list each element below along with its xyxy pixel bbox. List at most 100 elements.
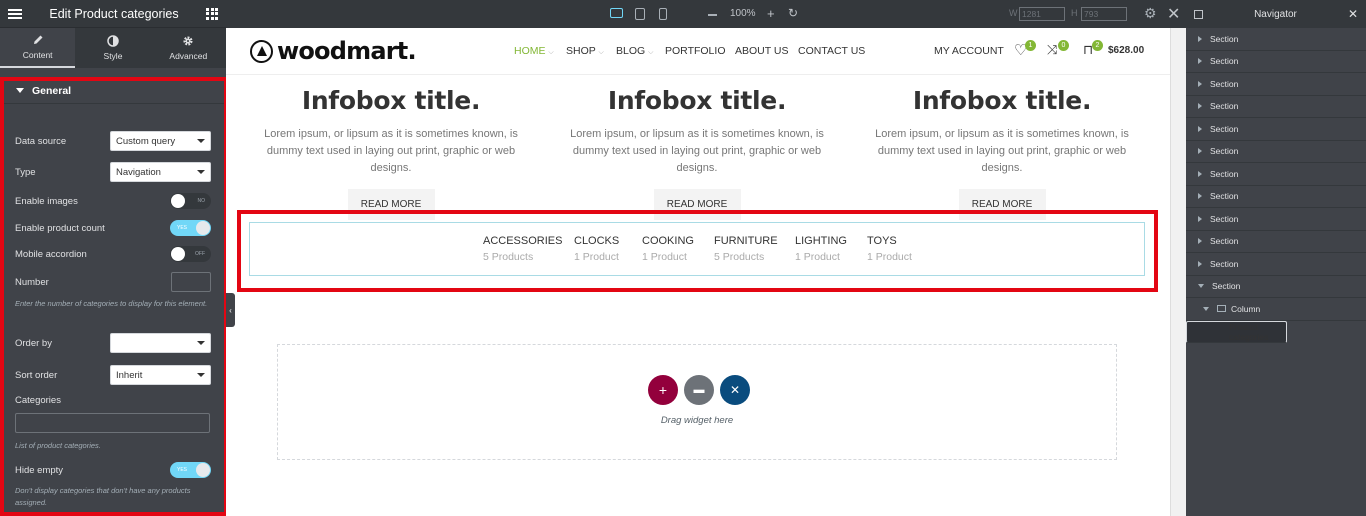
zoom-in-icon[interactable]: + <box>767 7 775 20</box>
infobox-title: Infobox title. <box>912 86 1092 115</box>
contrast-icon <box>107 35 119 47</box>
collapse-panel-chevron-icon[interactable]: ‹ <box>226 293 235 327</box>
navigator-item-product-categories[interactable]: Product categories <box>1186 320 1287 343</box>
tab-content[interactable]: Content <box>0 28 76 68</box>
navigator-panel: Navigator ✕ Section Section Section Sect… <box>1186 0 1366 516</box>
compare-count-badge: 0 <box>1058 40 1069 51</box>
tablet-icon[interactable] <box>635 8 645 20</box>
tab-advanced-label: Advanced <box>169 51 208 61</box>
navigator-item-label: Section <box>1210 191 1239 202</box>
caret-right-icon <box>1198 148 1202 155</box>
navigator-item-label: Section <box>1210 213 1239 224</box>
navigator-title: Navigator <box>1254 8 1297 20</box>
navigator-item-label: Section <box>1210 101 1239 112</box>
navigator-item[interactable]: Section <box>1186 253 1366 276</box>
infobox-text: Lorem ipsum, or lipsum as it is sometime… <box>570 128 824 174</box>
mobile-icon[interactable] <box>659 8 667 20</box>
infobox-text: Lorem ipsum, or lipsum as it is sometime… <box>875 128 1129 174</box>
caret-right-icon <box>1198 103 1202 110</box>
tab-style[interactable]: Style <box>75 28 150 68</box>
navigator-item[interactable]: Section <box>1186 276 1366 298</box>
navigator-item-label: Section <box>1210 78 1239 89</box>
navigator-item[interactable]: Section <box>1186 28 1366 51</box>
infobox-1: Infobox title. Lorem ipsum, or lipsum as… <box>241 86 541 220</box>
caret-right-icon <box>1198 35 1202 42</box>
navigator-item[interactable]: Section <box>1186 208 1366 231</box>
widgets-grid-icon[interactable] <box>206 7 218 20</box>
tab-advanced[interactable]: Advanced <box>151 28 226 68</box>
cart-total[interactable]: $628.00 <box>1108 45 1144 56</box>
navigator-tree: Section Section Section Section Section … <box>1186 28 1366 343</box>
menu-icon[interactable] <box>8 8 22 19</box>
editor-tabs: Content Style Advanced <box>0 28 226 68</box>
logo-text: woodmart. <box>277 37 417 65</box>
width-input[interactable]: 1281 <box>1019 7 1065 21</box>
menu-about-us[interactable]: ABOUT US <box>735 45 788 57</box>
tab-style-label: Style <box>103 51 123 61</box>
navigator-item-column[interactable]: Column <box>1186 298 1366 321</box>
navigator-item[interactable]: Section <box>1186 186 1366 208</box>
navigator-item-label: Section <box>1210 146 1239 157</box>
menu-shop[interactable]: SHOP ⌵ <box>566 45 604 57</box>
my-account-link[interactable]: MY ACCOUNT <box>934 45 1004 57</box>
editor-title: Edit Product categories <box>49 6 179 21</box>
cart-count-badge: 2 <box>1092 40 1103 51</box>
menu-blog[interactable]: BLOG ⌵ <box>616 45 653 57</box>
navigator-item[interactable]: Section <box>1186 96 1366 118</box>
navigator-item-label: Section <box>1210 236 1239 247</box>
reset-zoom-icon[interactable]: ↻ <box>788 6 798 20</box>
chevron-down-icon: ⌵ <box>648 49 654 56</box>
woodmart-library-icon[interactable]: ✕ <box>720 375 750 405</box>
template-folder-icon[interactable]: ▬ <box>684 375 714 405</box>
navigator-item-label: Product categories <box>1229 321 1269 342</box>
tab-content-label: Content <box>22 50 53 60</box>
menu-contact-us[interactable]: CONTACT US <box>798 45 865 57</box>
settings-gear-icon[interactable]: ⚙ <box>1144 5 1157 22</box>
caret-right-icon <box>1198 125 1202 132</box>
desktop-icon[interactable] <box>610 8 623 18</box>
caret-right-icon <box>1198 193 1202 200</box>
canvas-scrollbar[interactable] <box>1170 28 1186 516</box>
infobox-2: Infobox title. Lorem ipsum, or lipsum as… <box>547 86 847 220</box>
navigator-item-label: Section <box>1210 56 1239 67</box>
height-input[interactable]: 793 <box>1081 7 1127 21</box>
navigator-header: Navigator ✕ <box>1186 0 1366 28</box>
caret-right-icon <box>1198 80 1202 87</box>
drag-widget-text: Drag widget here <box>660 415 734 426</box>
navigator-item[interactable]: Section <box>1186 51 1366 73</box>
navigator-item[interactable]: Section <box>1186 141 1366 163</box>
navigator-item[interactable]: Section <box>1186 231 1366 253</box>
compare-icon[interactable]: ⤨ <box>1047 42 1057 58</box>
menu-shop-label: SHOP <box>566 45 596 57</box>
menu-portfolio[interactable]: PORTFOLIO <box>665 45 725 57</box>
width-label: W <box>1009 8 1018 18</box>
chevron-down-icon: ⌵ <box>548 49 554 56</box>
add-section-plus-icon[interactable]: + <box>648 375 678 405</box>
navigator-item-label: Section <box>1210 168 1239 179</box>
infobox-text: Lorem ipsum, or lipsum as it is sometime… <box>264 128 518 174</box>
close-icon[interactable]: ✕ <box>1348 7 1358 21</box>
navigator-item-label: Section <box>1210 258 1239 269</box>
infobox-3: Infobox title. Lorem ipsum, or lipsum as… <box>852 86 1152 220</box>
site-logo[interactable]: woodmart. <box>250 37 417 65</box>
navigator-collapse-icon[interactable] <box>1194 9 1203 19</box>
highlight-box-categories <box>237 210 1158 292</box>
caret-right-icon <box>1198 170 1202 177</box>
navigator-item[interactable]: Section <box>1186 163 1366 186</box>
caret-down-icon <box>1203 306 1209 311</box>
navigator-item[interactable]: Section <box>1186 118 1366 141</box>
responsive-toolbar: 100% + ↻ W 1281 H 793 ⚙ ✕ <box>226 0 1186 28</box>
close-icon[interactable]: ✕ <box>1167 4 1180 24</box>
menu-home-label: HOME <box>514 45 546 57</box>
column-icon <box>1217 305 1226 313</box>
editor-header: Edit Product categories <box>0 0 226 28</box>
height-label: H <box>1071 8 1078 18</box>
zoom-out-icon[interactable] <box>708 14 717 16</box>
drop-zone[interactable]: + ▬ ✕ Drag widget here <box>277 344 1117 460</box>
caret-right-icon <box>1198 260 1202 267</box>
navigator-item[interactable]: Section <box>1186 73 1366 96</box>
caret-right-icon <box>1198 215 1202 222</box>
caret-right-icon <box>1198 58 1202 65</box>
navigator-item-label: Column <box>1231 303 1261 314</box>
menu-home[interactable]: HOME ⌵ <box>514 45 554 57</box>
